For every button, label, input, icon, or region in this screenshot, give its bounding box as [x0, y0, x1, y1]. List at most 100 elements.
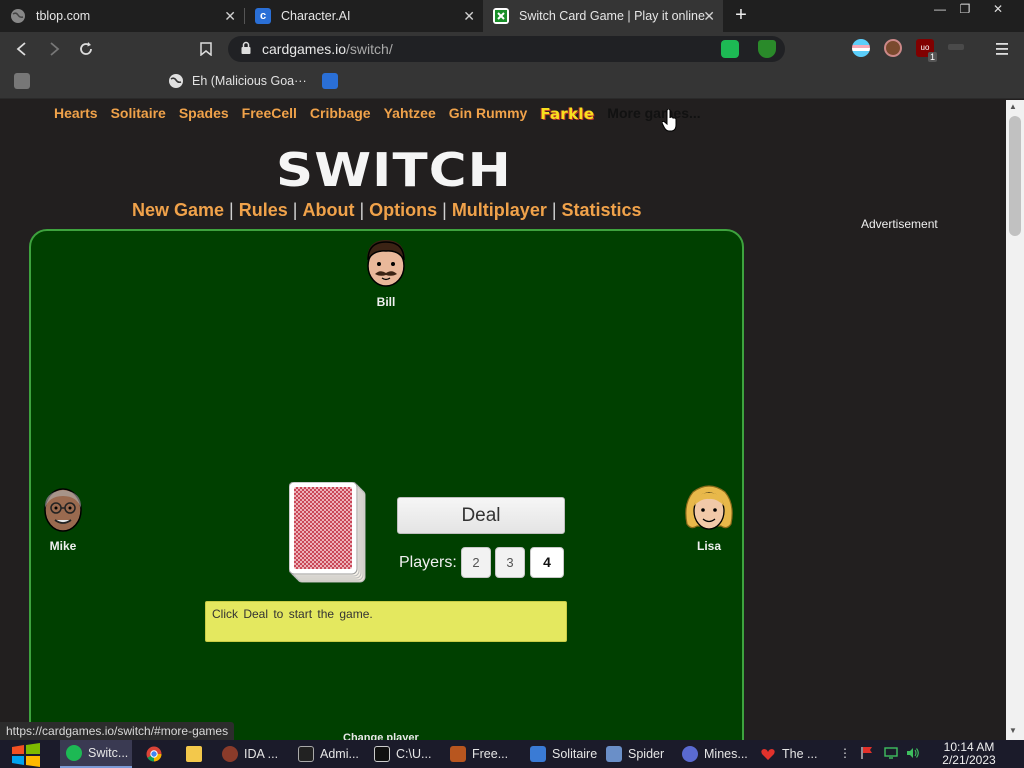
bookmark-3[interactable]: [322, 73, 346, 89]
taskbar-item-spotify[interactable]: Switc...: [60, 740, 132, 768]
taskbar-item-cmd[interactable]: C:\U...: [368, 740, 440, 768]
taskbar-label: IDA ...: [244, 747, 279, 761]
forward-button[interactable]: [43, 38, 65, 60]
profile-flag-icon[interactable]: [852, 39, 870, 57]
hearts-icon: [760, 746, 776, 762]
extension-dim-icon[interactable]: [948, 44, 964, 50]
mike-avatar: [44, 488, 82, 532]
player-name-mike: Mike: [49, 539, 77, 553]
url-text: cardgames.io/switch/: [262, 41, 393, 57]
network-icon[interactable]: [884, 746, 898, 760]
tray-overflow-icon[interactable]: ⋮: [838, 746, 852, 760]
game-link-yahtzee[interactable]: Yahtzee: [384, 105, 436, 123]
taskbar-label: Solitaire: [552, 747, 598, 761]
back-button[interactable]: [11, 38, 33, 60]
player-name-lisa: Lisa: [696, 539, 721, 553]
bill-avatar: [367, 240, 405, 287]
card-deck[interactable]: [289, 482, 367, 584]
bookmark-label: Eh (Malicious Goa···: [192, 74, 307, 88]
shield-icon[interactable]: [758, 40, 776, 58]
game-link-solitaire[interactable]: Solitaire: [111, 105, 166, 123]
change-player-link[interactable]: Change player: [343, 732, 419, 740]
menu-icon[interactable]: [991, 38, 1013, 60]
close-tab-icon[interactable]: ✕: [463, 8, 475, 24]
player-count-4-button[interactable]: 4: [530, 547, 564, 578]
solitaire-icon: [530, 746, 546, 762]
player-count-3-button[interactable]: 3: [495, 547, 525, 578]
close-tab-icon[interactable]: ✕: [703, 8, 715, 24]
taskbar-item-ida[interactable]: IDA ...: [216, 740, 288, 768]
extension-green-icon[interactable]: [721, 40, 739, 58]
tab-title: Character.AI: [281, 9, 351, 23]
page-content: Hearts Solitaire Spades FreeCell Cribbag…: [0, 100, 1006, 740]
taskbar-item-admin[interactable]: Admi...: [292, 740, 364, 768]
taskbar-label: Switc...: [88, 746, 129, 760]
game-link-cribbage[interactable]: Cribbage: [310, 105, 371, 123]
about-link[interactable]: About: [302, 200, 354, 220]
rules-link[interactable]: Rules: [239, 200, 288, 220]
bookmarks-bar: Eh (Malicious Goa···: [0, 65, 1024, 99]
avatar-extension-icon[interactable]: [884, 39, 902, 57]
game-link-farkle[interactable]: Farkle: [540, 105, 594, 123]
reload-button[interactable]: [75, 38, 97, 60]
status-url-tooltip: https://cardgames.io/switch/#more-games: [0, 722, 235, 740]
hand-cursor-icon: [662, 109, 677, 132]
scroll-up-arrow-icon[interactable]: ▲: [1009, 102, 1017, 111]
tab-switch-card-game[interactable]: Switch Card Game | Play it online ✕: [483, 0, 723, 32]
scroll-thumb[interactable]: [1009, 116, 1021, 236]
players-label: Players:: [399, 554, 457, 571]
taskbar-item-hearts[interactable]: The ...: [754, 740, 826, 768]
taskbar-label: The ...: [782, 747, 818, 761]
tab-character-ai[interactable]: c Character.AI ✕: [245, 0, 483, 32]
main-menu: New Game | Rules | About | Options | Multiplayer…: [132, 200, 642, 221]
volume-icon[interactable]: [906, 746, 920, 760]
scroll-down-arrow-icon[interactable]: ▼: [1009, 726, 1017, 735]
bookmark-2[interactable]: Eh (Malicious Goa···: [168, 73, 307, 89]
close-window-button[interactable]: ✕: [984, 0, 1012, 18]
game-link-freecell[interactable]: FreeCell: [242, 105, 297, 123]
taskbar-label: Spider: [628, 747, 665, 761]
menu-separator: |: [359, 200, 365, 220]
lock-icon: [241, 41, 251, 54]
flag-icon[interactable]: [860, 746, 874, 760]
taskbar-item-solitaire[interactable]: Solitaire: [524, 740, 600, 768]
taskbar-item-explorer[interactable]: [180, 740, 212, 768]
statistics-link[interactable]: Statistics: [562, 200, 642, 220]
taskbar-clock[interactable]: 10:14 AM 2/21/2023: [937, 741, 1001, 767]
more-games-link[interactable]: More games...: [607, 105, 700, 123]
multiplayer-link[interactable]: Multiplayer: [452, 200, 547, 220]
windows-start-icon[interactable]: [8, 743, 44, 767]
taskbar-item-freecell[interactable]: Free...: [444, 740, 520, 768]
game-link-gin-rummy[interactable]: Gin Rummy: [449, 105, 528, 123]
player-name-bill: Bill: [376, 295, 396, 309]
bookmark-icon-3: [322, 73, 338, 89]
address-bar[interactable]: cardgames.io/switch/: [228, 36, 785, 62]
new-game-link[interactable]: New Game: [132, 200, 224, 220]
deal-button[interactable]: Deal: [397, 497, 565, 534]
tab-tblop[interactable]: tblop.com ✕: [0, 0, 244, 32]
taskbar-item-chrome[interactable]: [140, 740, 172, 768]
bookmark-1[interactable]: [14, 73, 38, 89]
taskbar-label: Free...: [472, 747, 509, 761]
game-link-spades[interactable]: Spades: [179, 105, 229, 123]
clock-date: 2/21/2023: [942, 753, 996, 767]
taskbar-item-minesweeper[interactable]: Mines...: [676, 740, 752, 768]
options-link[interactable]: Options: [369, 200, 437, 220]
game-message-text: Click Deal to start the game.: [212, 607, 373, 621]
restore-button[interactable]: ❐: [951, 0, 979, 18]
switch-logo[interactable]: SWITCH: [276, 144, 511, 196]
taskbar-item-spider[interactable]: Spider: [600, 740, 672, 768]
close-tab-icon[interactable]: ✕: [224, 8, 236, 24]
new-tab-button[interactable]: +: [731, 4, 751, 27]
bookmark-icon[interactable]: [195, 38, 217, 60]
game-link-hearts[interactable]: Hearts: [54, 105, 98, 123]
cmd-icon: [374, 746, 390, 762]
logo-text: SWITCH: [276, 143, 512, 197]
player-count-2-button[interactable]: 2: [461, 547, 491, 578]
cardgames-icon: [493, 8, 509, 24]
url-domain: cardgames.io: [262, 41, 347, 57]
menu-separator: |: [551, 200, 557, 220]
bookmark-icon-1: [14, 73, 30, 89]
ida-icon: [222, 746, 238, 762]
minimize-button[interactable]: —: [926, 0, 954, 18]
